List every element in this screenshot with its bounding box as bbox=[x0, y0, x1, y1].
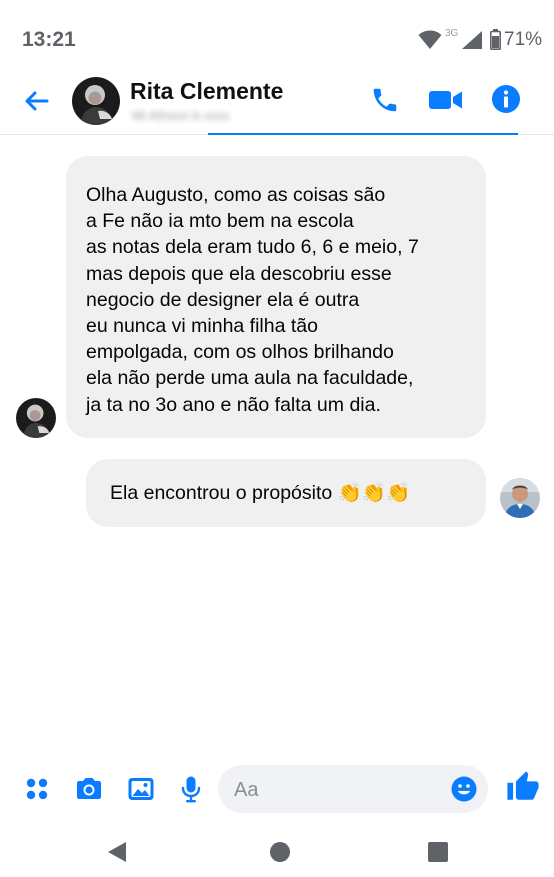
gallery-icon bbox=[128, 778, 154, 800]
status-bar: 13:21 3G 71% bbox=[0, 0, 554, 78]
back-button[interactable] bbox=[20, 84, 54, 118]
voice-call-button[interactable] bbox=[370, 85, 400, 115]
message-line: ela não perde uma aula na faculdade, bbox=[86, 367, 414, 390]
camera-icon bbox=[77, 778, 101, 799]
gallery-button[interactable] bbox=[126, 774, 156, 804]
chat-header: Rita Clemente Mi Athson b xxxx bbox=[0, 70, 554, 134]
camera-button[interactable] bbox=[74, 774, 104, 804]
sender-avatar[interactable] bbox=[16, 398, 56, 438]
thumbs-up-icon bbox=[507, 771, 539, 800]
voice-message-button[interactable] bbox=[176, 774, 206, 804]
status-icons: 3G 71% bbox=[418, 28, 546, 54]
message-line: eu nunca vi minha filha tão bbox=[86, 315, 318, 338]
back-arrow-icon bbox=[25, 91, 49, 111]
info-button[interactable] bbox=[491, 84, 521, 114]
incoming-message-bubble[interactable]: Olha Augusto, como as coisas são a Fe nã… bbox=[66, 156, 486, 438]
recents-square-icon bbox=[428, 842, 448, 862]
status-time: 13:21 bbox=[22, 28, 76, 51]
messenger-screen: 13:21 3G 71% Rita Clemente Mi Athson b x… bbox=[0, 0, 554, 877]
nav-back-button[interactable] bbox=[104, 838, 132, 866]
info-icon bbox=[492, 85, 520, 113]
contact-active-status: Mi Athson b xxxx bbox=[132, 108, 230, 123]
message-input-container bbox=[218, 765, 488, 815]
like-button[interactable] bbox=[506, 770, 540, 804]
battery-percentage: 71% bbox=[504, 29, 543, 50]
message-text: Ela encontrou o propósito 👏👏👏 bbox=[110, 482, 411, 504]
contact-avatar[interactable] bbox=[72, 77, 120, 125]
nav-recents-button[interactable] bbox=[424, 838, 452, 866]
message-line: as notas dela eram tudo 6, 6 e meio, 7 bbox=[86, 236, 419, 259]
navigation-bar bbox=[0, 826, 554, 877]
emoji-icon bbox=[451, 776, 477, 802]
message-line: empolgada, com os olhos brilhando bbox=[86, 341, 394, 364]
message-line: Olha Augusto, como as coisas são bbox=[86, 184, 386, 206]
contact-photo bbox=[72, 77, 120, 125]
emoji-button[interactable] bbox=[451, 776, 477, 802]
back-triangle-icon bbox=[108, 842, 126, 862]
nav-home-button[interactable] bbox=[266, 838, 294, 866]
message-line: negocio de designer ela é outra bbox=[86, 288, 360, 311]
menu-dots-icon bbox=[26, 778, 48, 800]
message-line: ja ta no 3o ano e não falta um dia. bbox=[86, 393, 381, 416]
message-line: a Fe não ia mto bem na escola bbox=[86, 210, 354, 233]
more-actions-button[interactable] bbox=[22, 774, 52, 804]
home-circle-icon bbox=[270, 842, 290, 862]
microphone-icon bbox=[181, 776, 201, 803]
contact-name[interactable]: Rita Clemente bbox=[130, 78, 283, 105]
message-line: mas depois que ela descobriu esse bbox=[86, 262, 392, 285]
battery-icon bbox=[490, 29, 501, 50]
network-type: 3G bbox=[445, 28, 459, 39]
self-avatar[interactable] bbox=[500, 478, 540, 518]
video-icon bbox=[429, 91, 462, 109]
header-accent-line bbox=[208, 133, 518, 135]
message-input[interactable] bbox=[232, 765, 456, 815]
video-call-button[interactable] bbox=[428, 85, 464, 115]
message-composer bbox=[0, 760, 554, 820]
self-photo bbox=[500, 478, 540, 518]
wifi-icon bbox=[418, 30, 442, 49]
outgoing-message-bubble[interactable]: Ela encontrou o propósito 👏👏👏 bbox=[86, 459, 486, 527]
sender-photo bbox=[16, 398, 56, 438]
signal-icon bbox=[462, 31, 482, 49]
phone-icon bbox=[373, 88, 397, 112]
